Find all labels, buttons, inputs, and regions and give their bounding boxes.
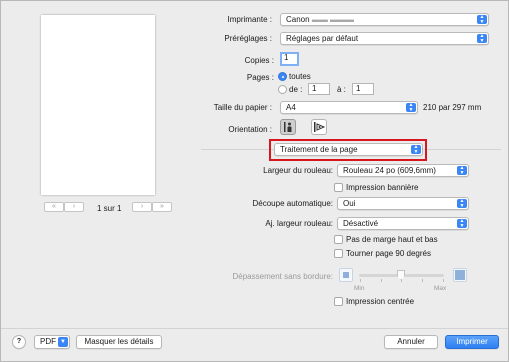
page-counter: 1 sur 1 bbox=[97, 204, 122, 213]
paper-size-label: Taille du papier : bbox=[213, 103, 272, 112]
printer-model-redacted: ▬▬ ▬▬▬ bbox=[311, 15, 355, 24]
large-image-icon bbox=[453, 268, 467, 282]
roll-width-label: Largeur du rouleau: bbox=[263, 166, 333, 175]
first-page-button[interactable]: « bbox=[44, 202, 64, 212]
fit-roll-select[interactable]: Désactivé ▲ ▼ bbox=[337, 217, 469, 230]
pdf-menu-button[interactable]: PDF ▼ bbox=[34, 335, 70, 349]
banner-label: Impression bannière bbox=[346, 183, 419, 192]
chevron-updown-icon: ▲ ▼ bbox=[457, 166, 467, 175]
cancel-button[interactable]: Annuler bbox=[384, 335, 438, 349]
pages-to-input[interactable]: 1 bbox=[352, 83, 374, 95]
slider-tick bbox=[422, 279, 423, 282]
printer-label: Imprimante : bbox=[227, 15, 272, 24]
slider-tick bbox=[443, 279, 444, 282]
presets-select[interactable]: Réglages par défaut ▲ ▼ bbox=[280, 32, 489, 45]
rotate-label: Tourner page 90 degrés bbox=[346, 249, 431, 258]
no-margin-label: Pas de marge haut et bas bbox=[346, 235, 438, 244]
pdf-label: PDF bbox=[40, 337, 56, 346]
paper-size-select[interactable]: A4 ▲ ▼ bbox=[280, 101, 418, 114]
pages-label: Pages : bbox=[246, 73, 274, 82]
small-image-glyph bbox=[343, 272, 349, 278]
borderless-label: Dépassement sans bordure: bbox=[232, 272, 334, 281]
last-page-button[interactable]: » bbox=[152, 202, 172, 212]
slider-tick bbox=[381, 279, 382, 282]
auto-cut-label: Découpe automatique: bbox=[252, 199, 334, 208]
slider-tick bbox=[360, 279, 361, 282]
roll-width-value: Rouleau 24 po (609,6mm) bbox=[343, 166, 436, 175]
highlight-frame bbox=[269, 139, 427, 161]
hide-details-button[interactable]: Masquer les détails bbox=[76, 335, 162, 349]
chevron-updown-icon: ▲ ▼ bbox=[477, 34, 487, 43]
portrait-icon bbox=[284, 122, 292, 132]
next-page-button[interactable]: › bbox=[132, 202, 152, 212]
printer-select[interactable]: Canon ▬▬ ▬▬▬ ▲ ▼ bbox=[280, 13, 489, 26]
copies-label: Copies : bbox=[244, 56, 274, 65]
center-label: Impression centrée bbox=[346, 297, 415, 306]
orientation-label: Orientation : bbox=[228, 125, 272, 134]
presets-value: Réglages par défaut bbox=[286, 34, 359, 43]
slider-max-label: Max bbox=[434, 285, 447, 292]
center-checkbox[interactable] bbox=[334, 297, 343, 306]
no-margin-checkbox[interactable] bbox=[334, 235, 343, 244]
print-dialog: « ‹ 1 sur 1 › » Imprimante : Canon ▬▬ ▬▬… bbox=[0, 0, 509, 362]
pages-to-label: à : bbox=[337, 85, 346, 94]
landscape-icon bbox=[314, 122, 326, 132]
chevron-updown-icon: ▲ ▼ bbox=[457, 219, 467, 228]
small-image-icon bbox=[339, 268, 353, 282]
printer-value: Canon bbox=[286, 15, 310, 24]
print-button[interactable]: Imprimer bbox=[445, 335, 499, 349]
pages-from-label: de : bbox=[289, 85, 303, 94]
help-button[interactable]: ? bbox=[12, 335, 26, 349]
landscape-button[interactable] bbox=[311, 119, 327, 135]
chevron-down-icon: ▼ bbox=[58, 337, 68, 347]
auto-cut-select[interactable]: Oui ▲ ▼ bbox=[337, 197, 469, 210]
prev-page-button[interactable]: ‹ bbox=[64, 202, 84, 212]
copies-input[interactable]: 1 bbox=[280, 52, 299, 66]
page-preview bbox=[41, 15, 155, 195]
pages-from-input[interactable]: 1 bbox=[308, 83, 330, 95]
chevron-updown-icon: ▲ ▼ bbox=[457, 199, 467, 208]
slider-min-label: Min bbox=[354, 285, 365, 292]
roll-width-select[interactable]: Rouleau 24 po (609,6mm) ▲ ▼ bbox=[337, 164, 469, 177]
banner-checkbox[interactable] bbox=[334, 183, 343, 192]
pages-all-radio[interactable] bbox=[278, 72, 287, 81]
chevron-updown-icon: ▲ ▼ bbox=[406, 103, 416, 112]
fit-roll-label: Aj. largeur rouleau: bbox=[265, 219, 333, 228]
fit-roll-value: Désactivé bbox=[343, 219, 379, 228]
paper-size-value: A4 bbox=[286, 103, 296, 112]
footer-divider bbox=[1, 328, 508, 329]
large-image-glyph bbox=[455, 270, 465, 280]
borderless-slider-knob[interactable] bbox=[397, 270, 405, 280]
rotate-checkbox[interactable] bbox=[334, 249, 343, 258]
presets-label: Préréglages : bbox=[224, 34, 272, 43]
pages-range-radio[interactable] bbox=[278, 85, 287, 94]
auto-cut-value: Oui bbox=[343, 199, 356, 208]
chevron-updown-icon: ▲ ▼ bbox=[477, 15, 487, 24]
pages-all-label: toutes bbox=[289, 72, 311, 81]
paper-dimensions: 210 par 297 mm bbox=[423, 103, 482, 112]
portrait-button[interactable] bbox=[280, 119, 296, 135]
